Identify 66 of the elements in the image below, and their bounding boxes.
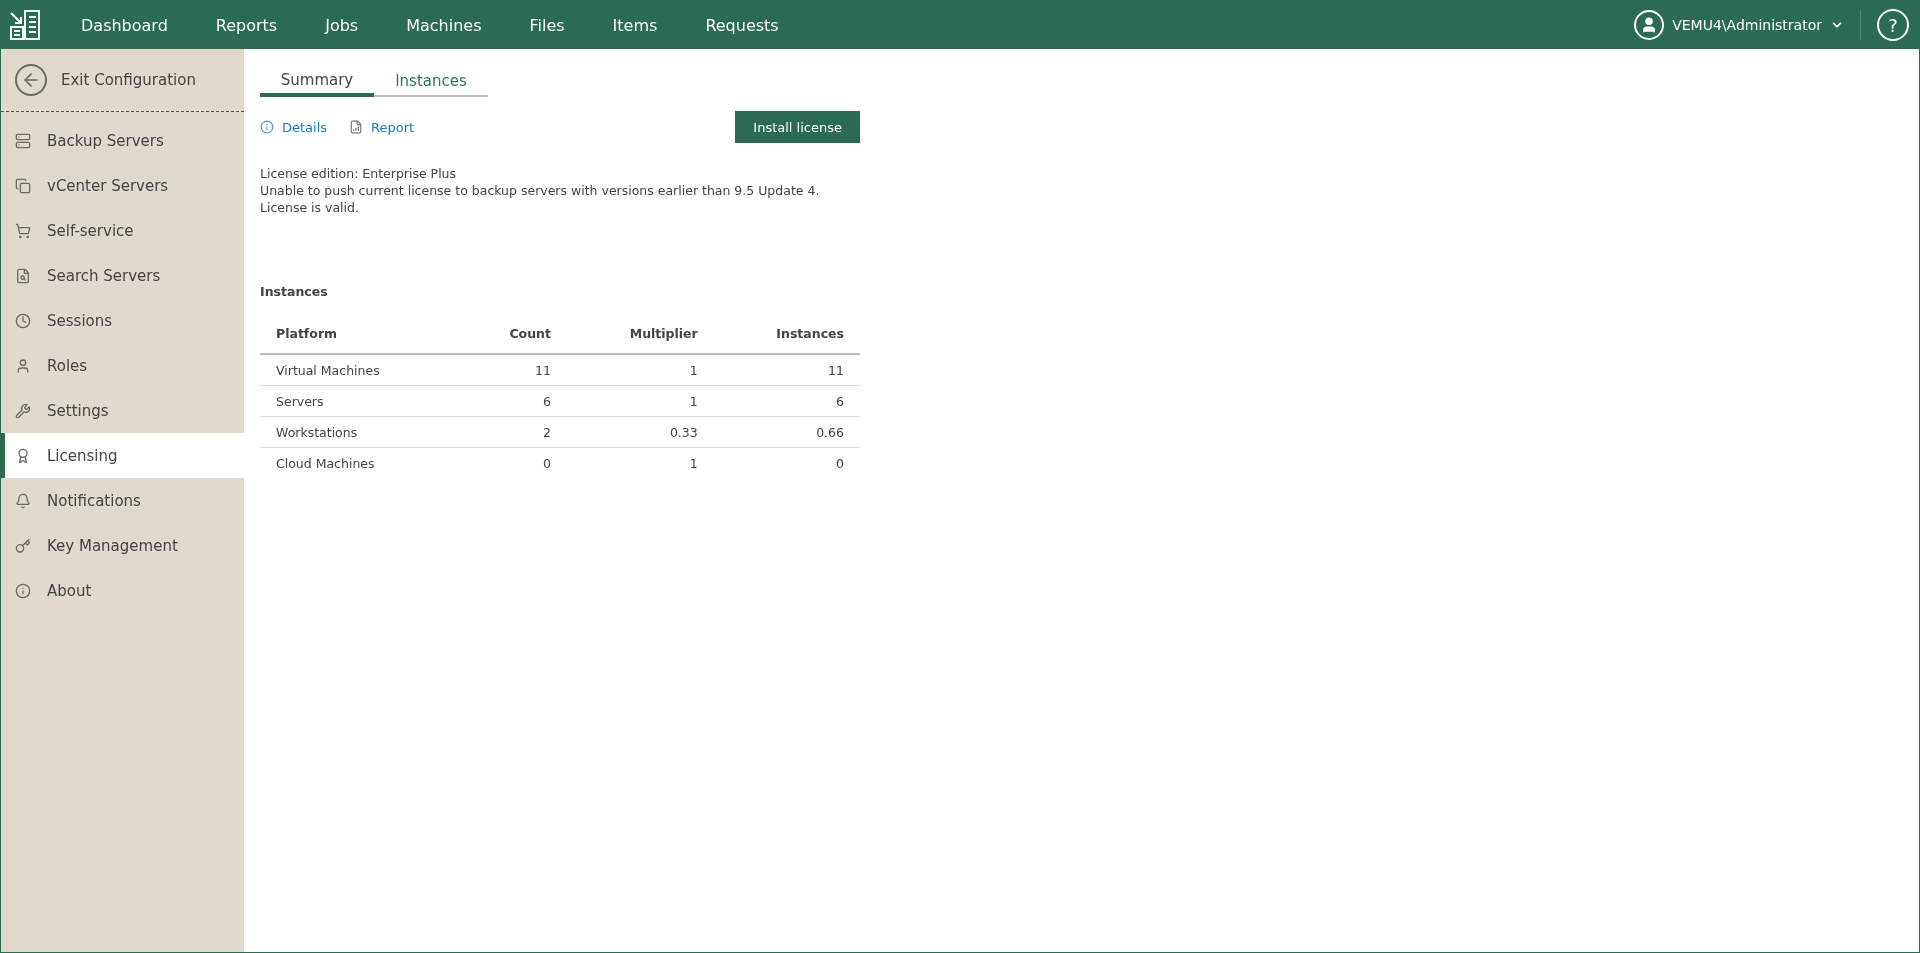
column-header: Multiplier — [566, 313, 714, 354]
tab[interactable]: Instances — [374, 67, 488, 97]
section-title: Instances — [260, 284, 329, 299]
sidebar-item[interactable]: Backup Servers — [1, 118, 244, 163]
sidebar-item-icon — [15, 222, 31, 239]
table-cell: Servers — [260, 385, 460, 417]
column-header: Instances — [713, 313, 860, 354]
nav-link[interactable]: Files — [505, 15, 589, 35]
table-cell: Cloud Machines — [260, 447, 460, 478]
nav-link[interactable]: Requests — [681, 15, 803, 35]
table-cell: 0.33 — [566, 416, 714, 448]
install-license-button[interactable]: Install license — [735, 111, 860, 143]
sidebar-item[interactable]: About — [1, 568, 244, 613]
sidebar-item[interactable]: vCenter Servers — [1, 163, 244, 208]
sidebar-item[interactable]: Search Servers — [1, 253, 244, 298]
table-cell: 1 — [566, 354, 714, 386]
table-cell: 11 — [713, 354, 860, 386]
sidebar-item-icon — [15, 492, 31, 509]
table-cell: 1 — [566, 447, 714, 478]
exit-configuration-link[interactable]: Exit Configuration — [1, 49, 244, 112]
sidebar-item[interactable]: Key Management — [1, 523, 244, 568]
sidebar-item-icon — [15, 312, 31, 329]
table-cell: 0.66 — [713, 416, 860, 448]
table-cell: Virtual Machines — [260, 354, 460, 386]
table-cell: 0 — [459, 447, 567, 478]
sidebar-item[interactable]: Self-service — [1, 208, 244, 253]
sidebar-item[interactable]: Notifications — [1, 478, 244, 523]
nav-link[interactable]: Dashboard — [57, 15, 192, 35]
sidebar-item-icon — [15, 537, 31, 554]
license-info-text: License edition: Enterprise Plus — [260, 165, 458, 182]
logo-icon — [9, 9, 41, 41]
nav-link[interactable]: Machines — [382, 15, 506, 35]
sidebar-item[interactable]: Sessions — [1, 298, 244, 343]
column-header: Count — [459, 313, 567, 354]
table-cell: Workstations — [260, 416, 460, 448]
user-menu-button[interactable]: VEMU4\Administrator — [1618, 10, 1860, 40]
sidebar-item[interactable]: Licensing — [1, 433, 244, 478]
license-info-text: Unable to push current license to backup servers with versions earlier than 9.5 Update 4. — [260, 182, 821, 199]
table-cell: 11 — [459, 354, 567, 386]
sidebar-item[interactable]: Settings — [1, 388, 244, 433]
table-cell: 2 — [459, 416, 567, 448]
table-cell: 6 — [459, 385, 567, 417]
nav-link[interactable]: Reports — [191, 15, 302, 35]
sidebar-item-icon — [15, 357, 31, 374]
sidebar-item-icon — [15, 402, 31, 419]
nav-link[interactable]: Items — [588, 15, 682, 35]
info-icon — [260, 120, 274, 134]
sidebar-item-icon — [15, 447, 31, 464]
table-cell: 6 — [713, 385, 860, 417]
license-info-text: License is valid. — [260, 199, 360, 216]
arrow-left-icon — [15, 64, 47, 96]
report-icon — [349, 120, 364, 134]
table-cell: 0 — [713, 447, 860, 478]
sidebar-item[interactable]: Roles — [1, 343, 244, 388]
nav-link[interactable]: Jobs — [301, 15, 383, 35]
table-cell: 1 — [566, 385, 714, 417]
column-header: Platform — [260, 313, 460, 354]
tab[interactable]: Summary — [260, 67, 374, 97]
sidebar-item-icon — [15, 177, 31, 194]
user-icon — [1634, 10, 1665, 40]
sidebar-item-icon — [15, 132, 31, 149]
toolbar-link[interactable]: Report — [349, 119, 415, 135]
sidebar-item-icon — [15, 582, 31, 599]
help-button[interactable]: ? — [1877, 9, 1909, 41]
toolbar-link[interactable]: Details — [260, 119, 328, 135]
sidebar-item-icon — [15, 267, 31, 284]
